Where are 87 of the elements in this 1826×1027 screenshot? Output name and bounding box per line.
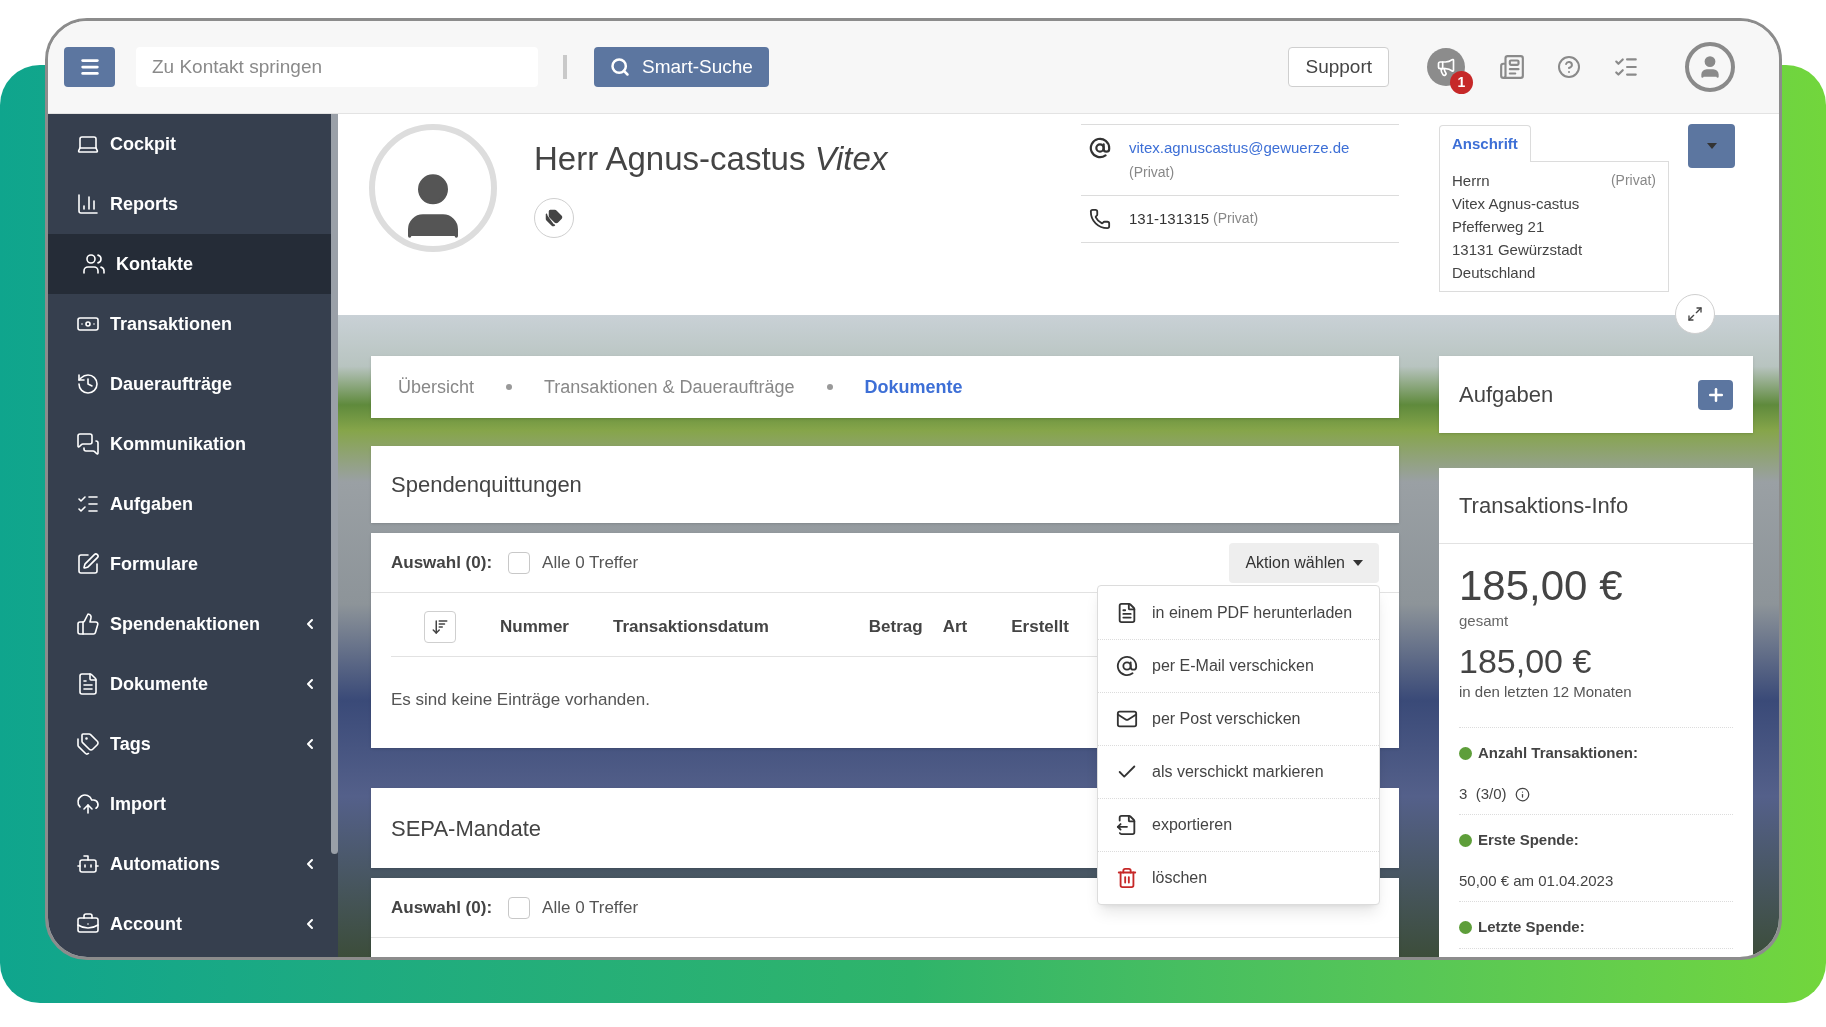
section-title: SEPA-Mandate bbox=[391, 814, 541, 843]
column-header[interactable]: Erstellt bbox=[1011, 613, 1069, 640]
help-icon[interactable] bbox=[1557, 55, 1581, 79]
expand-icon bbox=[1687, 306, 1703, 322]
phone-type: (Privat) bbox=[1213, 209, 1259, 229]
address-line: Vitex Agnus-castus bbox=[1452, 194, 1581, 214]
email-link[interactable]: vitex.agnuscastus@gewuerze.de bbox=[1129, 137, 1350, 160]
briefcase-icon bbox=[76, 912, 100, 936]
tab[interactable]: Übersicht bbox=[398, 373, 475, 401]
menu-item[interactable]: per Post verschicken bbox=[1098, 692, 1379, 745]
select-all-label: Alle 0 Treffer bbox=[542, 551, 639, 574]
stat-value: 50,00 € am 01.04.2023 bbox=[1459, 870, 1614, 891]
search-field[interactable]: Zu Kontakt springen bbox=[136, 47, 538, 87]
tags-icon bbox=[545, 208, 563, 227]
column-header[interactable]: Transaktionsdatum bbox=[612, 613, 769, 640]
info-icon[interactable] bbox=[1514, 786, 1530, 802]
tab[interactable]: Dokumente bbox=[864, 373, 963, 401]
address-line: Herrn bbox=[1452, 171, 1491, 191]
export-icon bbox=[1116, 814, 1138, 836]
address-type: (Privat) bbox=[1610, 171, 1656, 190]
recent-label: in den letzten 12 Monaten bbox=[1459, 681, 1633, 702]
sidebar-item[interactable]: Account bbox=[48, 894, 338, 954]
clock-icon bbox=[76, 372, 100, 396]
at-sign-icon bbox=[1089, 137, 1111, 159]
menu-item[interactable]: löschen bbox=[1098, 851, 1379, 904]
sort-button[interactable] bbox=[424, 610, 456, 643]
search-icon bbox=[610, 57, 630, 77]
newspaper-icon[interactable] bbox=[1499, 54, 1525, 80]
smart-search-button[interactable]: Smart-Suche bbox=[594, 47, 769, 87]
checkbox[interactable] bbox=[508, 896, 531, 919]
contact-name: Herr Agnus-castus Vitex bbox=[534, 139, 888, 179]
phone-number: 131-131315 bbox=[1129, 208, 1210, 229]
people-icon bbox=[82, 252, 106, 276]
email-type: (Privat) bbox=[1129, 162, 1176, 182]
document-icon bbox=[76, 672, 100, 696]
stat-label: Erste Spende: bbox=[1478, 829, 1579, 850]
address-tab[interactable]: Anschrift bbox=[1439, 125, 1531, 162]
action-dropdown[interactable]: Aktion wählen bbox=[1229, 542, 1379, 583]
phone-icon bbox=[1089, 207, 1111, 230]
tags-icon bbox=[76, 732, 100, 756]
stat-value: 3 (3/0) bbox=[1459, 783, 1507, 804]
caret-down-icon bbox=[1706, 143, 1717, 149]
selection-label: Auswahl (0): bbox=[391, 896, 493, 919]
menu-item[interactable]: per E-Mail verschicken bbox=[1098, 639, 1379, 692]
support-button[interactable]: Support bbox=[1288, 47, 1389, 87]
total-label: gesamt bbox=[1459, 611, 1510, 631]
menu-icon bbox=[78, 56, 101, 78]
tab[interactable]: Transaktionen & Daueraufträge bbox=[544, 373, 795, 401]
pdf-file-icon bbox=[1116, 601, 1138, 624]
user-avatar[interactable] bbox=[1685, 42, 1735, 92]
menu-item[interactable]: als verschickt markieren bbox=[1098, 745, 1379, 798]
address-line: 13131 Gewürzstadt bbox=[1452, 240, 1583, 260]
caret-icon bbox=[1353, 559, 1363, 566]
recent-amount: 185,00 € bbox=[1459, 640, 1593, 681]
sidebar-item[interactable]: Automations bbox=[48, 834, 338, 894]
edit-icon bbox=[76, 552, 100, 576]
section-title: Spendenquittungen bbox=[391, 471, 582, 499]
card-title: Aufgaben bbox=[1459, 381, 1554, 409]
column-header[interactable]: Nummer bbox=[500, 613, 569, 640]
stat-label: Anzahl Transaktionen: bbox=[1478, 742, 1639, 763]
selection-label: Auswahl (0): bbox=[391, 551, 493, 574]
menu-button[interactable] bbox=[64, 47, 115, 87]
menu-item[interactable]: exportieren bbox=[1098, 798, 1379, 851]
thumbs-up-icon bbox=[76, 612, 100, 636]
trash-icon bbox=[1116, 867, 1138, 889]
empty-message: Es sind keine Einträge vorhanden. bbox=[391, 689, 651, 711]
address-line: Deutschland bbox=[1452, 263, 1537, 283]
address-line: Pfefferweg 21 bbox=[1452, 217, 1546, 237]
column-header[interactable]: Betrag bbox=[868, 613, 923, 640]
envelope-icon bbox=[1116, 708, 1138, 730]
robot-icon bbox=[76, 852, 100, 876]
notification-badge: 1 bbox=[1450, 71, 1473, 94]
at-sign-icon bbox=[1116, 655, 1138, 677]
checkbox[interactable] bbox=[508, 551, 531, 574]
add-task-button[interactable] bbox=[1698, 379, 1733, 410]
sort-icon bbox=[431, 617, 449, 636]
card-title: Transaktions-Info bbox=[1459, 492, 1629, 520]
expand-button[interactable] bbox=[1675, 294, 1715, 334]
menu-item[interactable]: in einem PDF herunterladen bbox=[1098, 586, 1379, 639]
chat-icon bbox=[76, 432, 100, 456]
total-amount: 185,00 € bbox=[1459, 562, 1624, 610]
megaphone-icon bbox=[1436, 57, 1456, 77]
select-all-label: Alle 0 Treffer bbox=[542, 896, 639, 919]
cloud-upload-icon bbox=[76, 792, 100, 816]
stat-label: Letzte Spende: bbox=[1478, 916, 1585, 937]
chart-icon bbox=[76, 192, 100, 216]
column-header[interactable]: Art bbox=[942, 613, 968, 640]
